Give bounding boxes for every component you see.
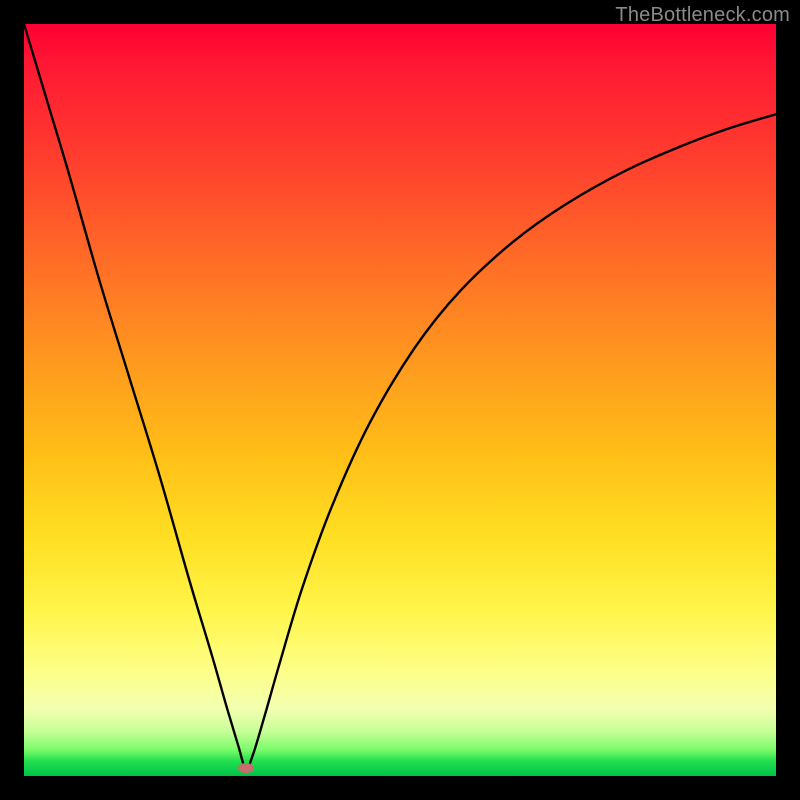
outer-frame: TheBottleneck.com: [0, 0, 800, 800]
curve-layer: [24, 24, 776, 776]
plot-area: [24, 24, 776, 776]
bottleneck-curve-path: [24, 24, 776, 769]
